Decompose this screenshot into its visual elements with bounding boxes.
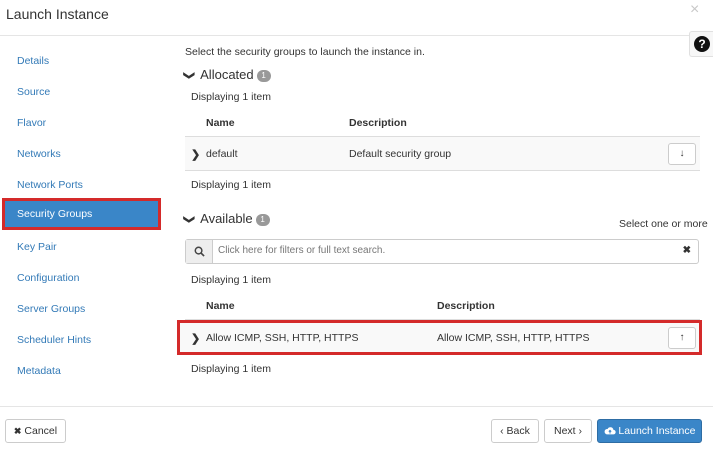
- available-displaying-bottom: Displaying 1 item: [191, 363, 271, 375]
- filter-placeholder: Click here for filters or full text sear…: [218, 245, 386, 256]
- nav-item-configuration[interactable]: Configuration: [17, 272, 79, 284]
- nav-item-label: Security Groups: [17, 208, 93, 220]
- back-button[interactable]: ‹ Back: [491, 419, 539, 443]
- available-title: Available: [200, 211, 253, 226]
- nav-item-details[interactable]: Details: [17, 55, 49, 67]
- chevron-down-icon: ❯: [183, 214, 196, 225]
- nav-item-server-groups[interactable]: Server Groups: [17, 303, 85, 315]
- allocated-displaying-bottom: Displaying 1 item: [191, 179, 271, 191]
- divider: [185, 170, 700, 171]
- chevron-down-icon: ❯: [183, 70, 196, 81]
- intro-text: Select the security groups to launch the…: [185, 46, 425, 58]
- available-count-badge: 1: [255, 214, 270, 226]
- nav-item-flavor[interactable]: Flavor: [17, 117, 46, 129]
- filter-search-input[interactable]: Click here for filters or full text sear…: [185, 239, 699, 264]
- cloud-upload-icon: [604, 425, 619, 437]
- available-displaying-top: Displaying 1 item: [191, 274, 271, 286]
- cancel-label: Cancel: [24, 425, 58, 437]
- allocated-displaying-top: Displaying 1 item: [191, 91, 271, 103]
- chevron-right-icon[interactable]: ❯: [191, 332, 200, 345]
- nav-item-scheduler-hints[interactable]: Scheduler Hints: [17, 334, 91, 346]
- launch-instance-label: Launch Instance: [618, 425, 696, 437]
- launch-instance-button[interactable]: Launch Instance: [597, 419, 702, 443]
- allocate-button[interactable]: ↑: [668, 327, 696, 349]
- close-icon: ✖: [13, 426, 22, 436]
- available-header[interactable]: ❯ Available 1: [183, 211, 270, 226]
- nav-item-source[interactable]: Source: [17, 86, 50, 98]
- help-icon: ?: [694, 36, 710, 52]
- arrow-down-icon: ↓: [679, 148, 685, 159]
- nav-item-networks[interactable]: Networks: [17, 148, 61, 160]
- help-button[interactable]: ?: [689, 31, 713, 57]
- deallocate-button[interactable]: ↓: [668, 143, 696, 165]
- clear-icon[interactable]: ✖: [683, 245, 691, 256]
- allocated-row-name: default: [206, 148, 238, 160]
- allocated-col-name: Name: [206, 117, 235, 129]
- nav-item-network-ports[interactable]: Network Ports: [17, 179, 83, 191]
- allocated-count-badge: 1: [256, 70, 271, 82]
- allocated-header[interactable]: ❯ Allocated 1: [183, 67, 271, 82]
- allocated-col-description: Description: [349, 117, 407, 129]
- chevron-right-icon[interactable]: ❯: [191, 148, 200, 161]
- nav-item-metadata[interactable]: Metadata: [17, 365, 61, 377]
- nav-item-security-groups[interactable]: Security Groups: [2, 198, 161, 230]
- available-row-description: Allow ICMP, SSH, HTTP, HTTPS: [437, 332, 590, 344]
- cancel-button[interactable]: ✖ Cancel: [5, 419, 66, 443]
- available-col-description: Description: [437, 300, 495, 312]
- arrow-up-icon: ↑: [679, 332, 685, 343]
- select-hint: Select one or more: [619, 218, 708, 230]
- allocated-row-description: Default security group: [349, 148, 452, 160]
- available-col-name: Name: [206, 300, 235, 312]
- allocated-title: Allocated: [200, 67, 254, 82]
- divider: [185, 319, 700, 320]
- modal-title: Launch Instance: [6, 6, 109, 22]
- nav-item-key-pair[interactable]: Key Pair: [17, 241, 57, 253]
- available-row-name: Allow ICMP, SSH, HTTP, HTTPS: [206, 332, 359, 344]
- search-icon: [186, 240, 213, 263]
- close-icon[interactable]: ×: [690, 2, 699, 18]
- next-button[interactable]: Next ›: [544, 419, 592, 443]
